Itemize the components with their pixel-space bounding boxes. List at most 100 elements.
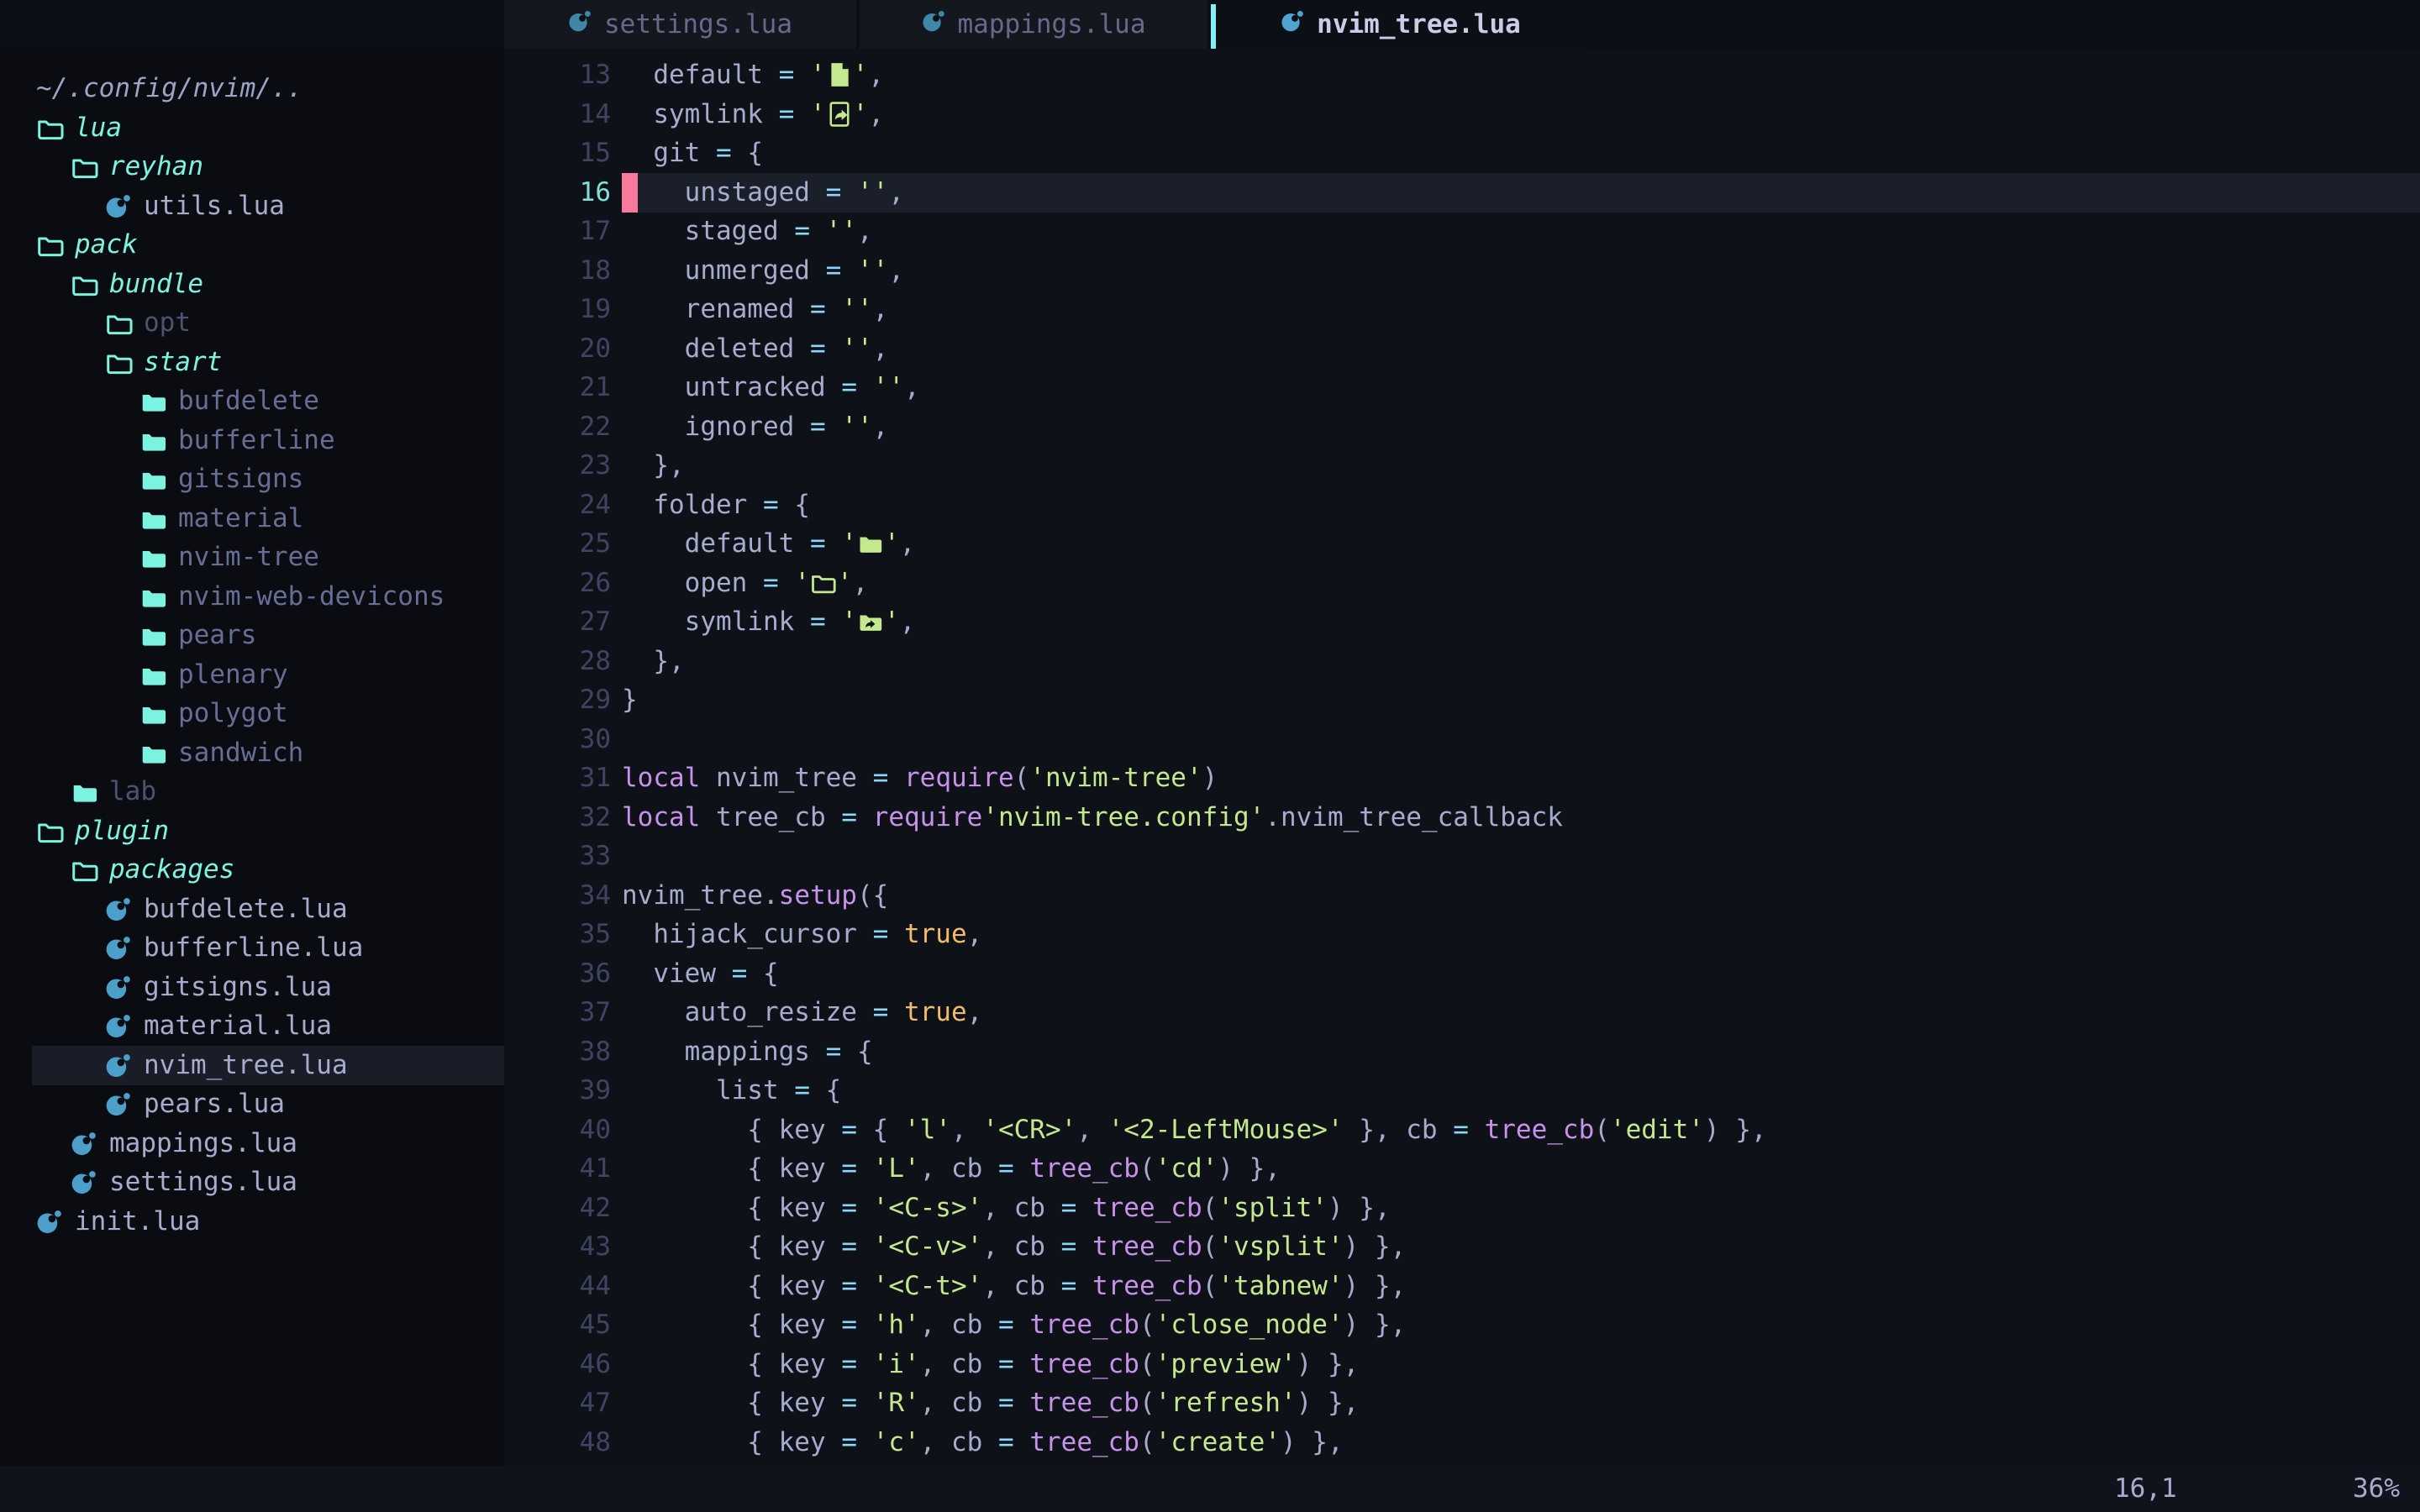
code-line-20[interactable]: 20 deleted = '', (504, 329, 2420, 369)
code-line-44[interactable]: 44 { key = '<C-t>', cb = tree_cb('tabnew… (504, 1267, 2420, 1306)
tree-item-plugin[interactable]: plugin (0, 811, 504, 851)
line-number: 26 (504, 564, 611, 603)
folder-closed-icon (139, 543, 168, 572)
tree-item-opt[interactable]: opt (0, 303, 504, 343)
editor-buffer[interactable]: 13 default = '',14 symlink = '',15 git =… (504, 49, 2420, 1466)
tree-item-utils.lua[interactable]: utils.lua (0, 186, 504, 226)
tree-item-reyhan[interactable]: reyhan (0, 147, 504, 186)
code-line-35[interactable]: 35 hijack_cursor = true, (504, 915, 2420, 954)
code-text: default = '', (622, 524, 915, 564)
tree-item-label: material (178, 499, 303, 538)
code-text: nvim_tree.setup({ (622, 876, 888, 916)
code-line-29[interactable]: 29} (504, 680, 2420, 720)
neovim-window: settings.luamappings.luanvim_tree.lua ~/… (0, 0, 2420, 1512)
code-text: open = '', (622, 564, 868, 603)
tree-item-plenary[interactable]: plenary (0, 655, 504, 695)
line-number: 36 (504, 954, 611, 994)
tree-item-start[interactable]: start (0, 343, 504, 382)
code-text: ignored = '', (622, 407, 888, 447)
tree-item-packages[interactable]: packages (0, 850, 504, 890)
tree-item-label: gitsigns (178, 459, 303, 499)
code-text: list = { (622, 1071, 841, 1110)
folder-open-icon (105, 309, 134, 338)
code-line-30[interactable]: 30 (504, 720, 2420, 759)
code-line-36[interactable]: 36 view = { (504, 954, 2420, 994)
line-number: 38 (504, 1032, 611, 1072)
tree-item-bufferline.lua[interactable]: bufferline.lua (0, 928, 504, 968)
tab-mappings.lua[interactable]: mappings.lua (860, 0, 1207, 49)
code-line-25[interactable]: 25 default = '', (504, 524, 2420, 564)
code-line-48[interactable]: 48 { key = 'c', cb = tree_cb('create') }… (504, 1423, 2420, 1462)
tree-item-label: pack (75, 225, 138, 265)
tree-item-mappings.lua[interactable]: mappings.lua (0, 1124, 504, 1163)
code-line-34[interactable]: 34nvim_tree.setup({ (504, 876, 2420, 916)
tree-item-bundle[interactable]: bundle (0, 265, 504, 304)
code-line-22[interactable]: 22 ignored = '', (504, 407, 2420, 447)
code-line-19[interactable]: 19 renamed = '', (504, 290, 2420, 329)
folder-closed-icon (139, 465, 168, 494)
code-line-47[interactable]: 47 { key = 'R', cb = tree_cb('refresh') … (504, 1383, 2420, 1423)
tree-item-label: bundle (109, 265, 203, 304)
code-line-37[interactable]: 37 auto_resize = true, (504, 993, 2420, 1032)
code-line-16[interactable]: 16 unstaged = '', (504, 173, 2420, 213)
tree-item-label: sandwich (178, 733, 303, 773)
tab-settings.lua[interactable]: settings.lua (504, 0, 856, 49)
code-line-27[interactable]: 27 symlink = '', (504, 602, 2420, 642)
tree-item-settings.lua[interactable]: settings.lua (0, 1163, 504, 1202)
code-line-23[interactable]: 23 }, (504, 446, 2420, 486)
line-number: 47 (504, 1383, 611, 1423)
tree-item-bufferline[interactable]: bufferline (0, 421, 504, 460)
code-line-38[interactable]: 38 mappings = { (504, 1032, 2420, 1072)
tree-item-bufdelete.lua[interactable]: bufdelete.lua (0, 890, 504, 929)
folder-open-icon (36, 231, 65, 260)
tree-item-bufdelete[interactable]: bufdelete (0, 381, 504, 421)
code-text: } (622, 680, 638, 720)
code-line-28[interactable]: 28 }, (504, 642, 2420, 681)
tree-item-label: start (144, 343, 222, 382)
code-line-40[interactable]: 40 { key = { 'l', '<CR>', '<2-LeftMouse>… (504, 1110, 2420, 1150)
code-line-43[interactable]: 43 { key = '<C-v>', cb = tree_cb('vsplit… (504, 1227, 2420, 1267)
code-line-41[interactable]: 41 { key = 'L', cb = tree_cb('cd') }, (504, 1149, 2420, 1189)
code-line-13[interactable]: 13 default = '', (504, 55, 2420, 95)
code-line-18[interactable]: 18 unmerged = '', (504, 251, 2420, 291)
code-text: local tree_cb = require'nvim-tree.config… (622, 798, 1563, 837)
line-number: 29 (504, 680, 611, 720)
tree-item-sandwich[interactable]: sandwich (0, 733, 504, 773)
tree-root-path[interactable]: ~/.config/nvim/.. (0, 69, 504, 108)
tree-item-lua[interactable]: lua (0, 108, 504, 148)
tree-item-pears[interactable]: pears (0, 616, 504, 655)
code-line-33[interactable]: 33 (504, 837, 2420, 876)
tree-item-lab[interactable]: lab (0, 772, 504, 811)
code-line-42[interactable]: 42 { key = '<C-s>', cb = tree_cb('split'… (504, 1189, 2420, 1228)
code-line-15[interactable]: 15 git = { (504, 134, 2420, 173)
code-line-26[interactable]: 26 open = '', (504, 564, 2420, 603)
tree-item-pears.lua[interactable]: pears.lua (0, 1084, 504, 1124)
code-line-21[interactable]: 21 untracked = '', (504, 368, 2420, 407)
tree-item-polygot[interactable]: polygot (0, 694, 504, 733)
code-line-32[interactable]: 32local tree_cb = require'nvim-tree.conf… (504, 798, 2420, 837)
tree-item-material[interactable]: material (0, 499, 504, 538)
tree-item-material.lua[interactable]: material.lua (0, 1006, 504, 1046)
tree-item-nvim-web-devicons[interactable]: nvim-web-devicons (0, 577, 504, 617)
code-line-17[interactable]: 17 staged = '', (504, 212, 2420, 251)
code-line-45[interactable]: 45 { key = 'h', cb = tree_cb('close_node… (504, 1305, 2420, 1345)
tab-nvim_tree.lua[interactable]: nvim_tree.lua (1216, 0, 1586, 49)
tree-item-init.lua[interactable]: init.lua (0, 1202, 504, 1242)
tree-item-nvim_tree.lua[interactable]: nvim_tree.lua (0, 1046, 504, 1085)
tree-item-label: material.lua (144, 1006, 332, 1046)
scroll-percent: 36% (2353, 1469, 2400, 1509)
line-number: 28 (504, 642, 611, 681)
folder-closed-icon (139, 505, 168, 533)
tree-item-nvim-tree[interactable]: nvim-tree (0, 538, 504, 577)
tree-item-pack[interactable]: pack (0, 225, 504, 265)
code-line-31[interactable]: 31local nvim_tree = require('nvim-tree') (504, 759, 2420, 798)
code-line-24[interactable]: 24 folder = { (504, 486, 2420, 525)
tree-item-gitsigns.lua[interactable]: gitsigns.lua (0, 968, 504, 1007)
tree-item-gitsigns[interactable]: gitsigns (0, 459, 504, 499)
tree-item-label: nvim-web-devicons (178, 577, 445, 617)
code-line-39[interactable]: 39 list = { (504, 1071, 2420, 1110)
line-number: 14 (504, 95, 611, 134)
code-line-14[interactable]: 14 symlink = '', (504, 95, 2420, 134)
code-text: { key = '<C-t>', cb = tree_cb('tabnew') … (622, 1267, 1406, 1306)
code-line-46[interactable]: 46 { key = 'i', cb = tree_cb('preview') … (504, 1345, 2420, 1384)
